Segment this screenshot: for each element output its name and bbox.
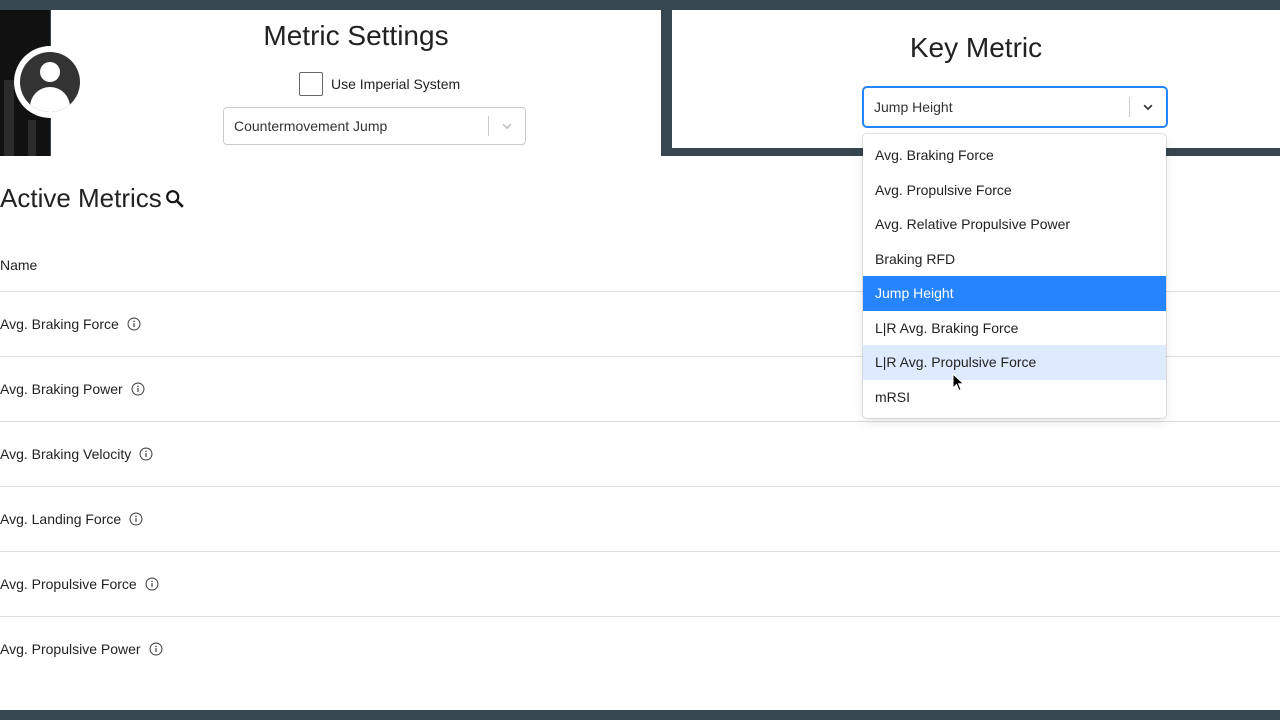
dropdown-option[interactable]: L|R Avg. Propulsive Force <box>863 345 1166 380</box>
test-type-select[interactable]: Countermovement Jump <box>223 107 526 145</box>
chevron-down-icon[interactable] <box>489 119 525 133</box>
column-header-name[interactable]: Name <box>0 257 37 273</box>
metric-name: Avg. Landing Force <box>0 511 122 527</box>
table-row: Avg. Landing Force <box>0 486 1280 551</box>
info-icon[interactable] <box>139 447 153 461</box>
table-row: Avg. Braking Velocity <box>0 421 1280 486</box>
info-icon[interactable] <box>149 642 163 656</box>
key-metric-panel: Key Metric Jump Height <box>672 10 1280 148</box>
metric-settings-title: Metric Settings <box>263 20 449 51</box>
dropdown-option[interactable]: Avg. Propulsive Force <box>863 173 1166 208</box>
info-icon[interactable] <box>145 577 159 591</box>
dropdown-option[interactable]: Avg. Relative Propulsive Power <box>863 207 1166 242</box>
user-icon <box>20 52 80 112</box>
top-frame <box>0 0 1280 10</box>
key-metric-dropdown-menu: Avg. Braking Force Avg. Propulsive Force A… <box>863 134 1166 418</box>
dropdown-option[interactable]: Jump Height <box>863 276 1166 311</box>
imperial-option: Use Imperial System <box>299 72 460 96</box>
key-metric-title: Key Metric <box>909 32 1043 63</box>
mouse-cursor-icon <box>952 372 966 398</box>
test-type-value: Countermovement Jump <box>234 118 388 134</box>
table-row: Avg. Propulsive Force <box>0 551 1280 616</box>
dropdown-option[interactable]: L|R Avg. Braking Force <box>863 311 1166 346</box>
search-icon[interactable] <box>164 188 186 210</box>
dropdown-option[interactable]: Avg. Braking Force <box>863 138 1166 173</box>
metric-name: Avg. Braking Velocity <box>0 446 132 462</box>
bottom-frame <box>0 710 1280 720</box>
info-icon[interactable] <box>131 382 145 396</box>
metric-name: Avg. Braking Power <box>0 381 123 397</box>
metric-name: Avg. Propulsive Power <box>0 641 141 657</box>
table-row: Avg. Propulsive Power <box>0 616 1280 681</box>
metric-settings-panel: Metric Settings Use Imperial System Coun… <box>51 10 661 156</box>
info-icon[interactable] <box>127 317 141 331</box>
imperial-checkbox[interactable] <box>299 72 323 96</box>
dropdown-option[interactable]: mRSI <box>863 380 1166 415</box>
dropdown-option[interactable]: Braking RFD <box>863 242 1166 277</box>
info-icon[interactable] <box>129 512 143 526</box>
active-metrics-title: Active Metrics <box>0 183 162 213</box>
metric-name: Avg. Propulsive Force <box>0 576 137 592</box>
chevron-down-icon[interactable] <box>1130 100 1166 114</box>
metric-name: Avg. Braking Force <box>0 316 119 332</box>
avatar[interactable] <box>14 46 86 118</box>
imperial-checkbox-label[interactable]: Use Imperial System <box>331 76 460 92</box>
active-metrics-header: Active Metrics <box>0 183 186 214</box>
key-metric-select[interactable]: Jump Height <box>863 87 1167 127</box>
key-metric-value: Jump Height <box>874 99 953 115</box>
